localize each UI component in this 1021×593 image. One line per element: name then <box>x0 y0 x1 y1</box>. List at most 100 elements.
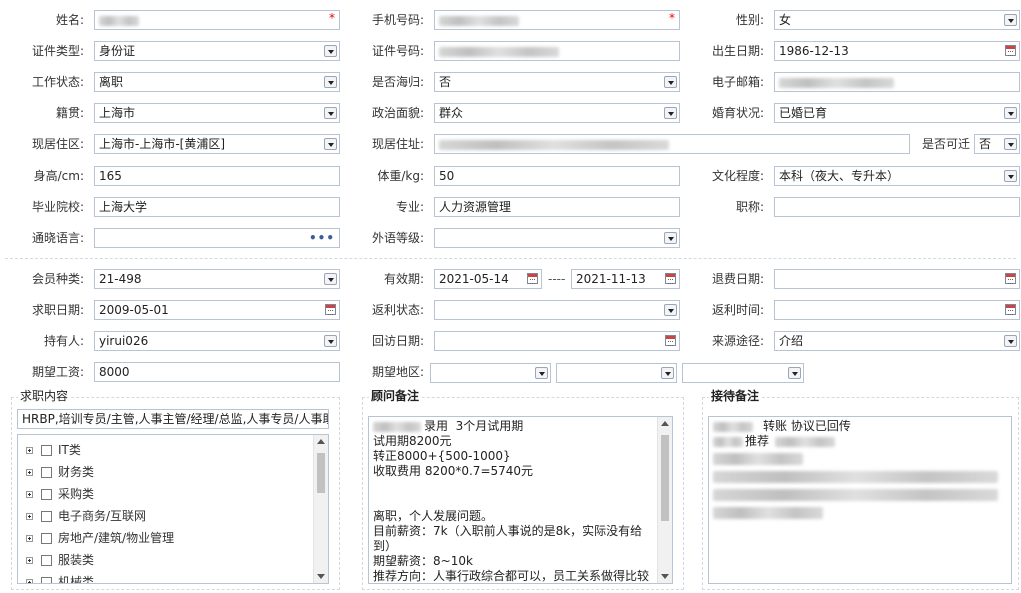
id-number-input[interactable] <box>434 41 680 61</box>
checkbox-icon[interactable] <box>41 533 52 544</box>
height-input[interactable]: 165 <box>94 166 340 186</box>
holder-select[interactable]: yirui026 <box>94 331 340 351</box>
marital-select[interactable]: 已婚已育 <box>774 103 1020 123</box>
scroll-up-icon[interactable] <box>661 421 669 426</box>
chevron-down-icon[interactable] <box>324 45 337 57</box>
major-input[interactable]: 人力资源管理 <box>434 197 680 217</box>
chevron-down-icon[interactable] <box>1004 107 1017 119</box>
job-summary-input[interactable]: HRBP,培训专员/主管,人事主管/经理/总监,人事专员/人事助 <box>17 409 329 429</box>
valid-to-input[interactable]: 2021-11-13 <box>571 269 680 289</box>
calendar-icon[interactable] <box>1005 45 1016 56</box>
calendar-icon[interactable] <box>665 335 676 346</box>
chevron-down-icon[interactable] <box>664 107 677 119</box>
tree-item-finance[interactable]: 财务类 <box>26 463 94 481</box>
tree-item-procurement[interactable]: 采购类 <box>26 485 94 503</box>
chevron-down-icon[interactable] <box>664 304 677 316</box>
tree-item-apparel[interactable]: 服装类 <box>26 551 94 569</box>
scroll-up-icon[interactable] <box>317 439 325 444</box>
checkbox-icon[interactable] <box>41 577 52 583</box>
visit-date-input[interactable] <box>434 331 680 351</box>
chevron-down-icon[interactable] <box>661 367 674 379</box>
overseas-select[interactable]: 否 <box>434 72 680 92</box>
region-district-select[interactable] <box>682 363 804 383</box>
consultant-notes-textarea[interactable]: 录用 3个月试用期 试用期8200元 转正8000+{500-1000} 收取费… <box>368 416 673 584</box>
salary-input[interactable]: 8000 <box>94 362 340 382</box>
gender-select[interactable]: 女 <box>774 10 1020 30</box>
tree-item-ecommerce[interactable]: 电子商务/互联网 <box>26 507 146 525</box>
notes-scrollbar[interactable] <box>657 417 672 583</box>
tree-item-realestate[interactable]: 房地产/建筑/物业管理 <box>26 529 174 547</box>
calendar-icon[interactable] <box>1005 304 1016 315</box>
weight-input[interactable]: 50 <box>434 166 680 186</box>
plus-icon[interactable] <box>26 557 33 564</box>
language-input[interactable]: ••• <box>94 228 340 248</box>
rebate-status-select[interactable] <box>434 300 680 320</box>
relocate-select[interactable]: 否 <box>974 134 1020 154</box>
calendar-icon[interactable] <box>325 304 336 315</box>
residence-addr-label: 现居住址: <box>371 137 424 151</box>
chevron-down-icon[interactable] <box>324 138 337 150</box>
job-category-tree[interactable]: IT类 财务类 采购类 电子商务/互联网 房地产/建筑/物业管理 服装类 机械类 <box>17 434 329 584</box>
chevron-down-icon[interactable] <box>1004 335 1017 347</box>
plus-icon[interactable] <box>26 447 33 454</box>
calendar-icon[interactable] <box>1005 273 1016 284</box>
member-type-select[interactable]: 21-498 <box>94 269 340 289</box>
language-level-select[interactable] <box>434 228 680 248</box>
plus-icon[interactable] <box>26 535 33 542</box>
scroll-thumb[interactable] <box>317 453 325 493</box>
residence-area-select[interactable]: 上海市-上海市-[黄浦区] <box>94 134 340 154</box>
consultant-notes-title: 顾问备注 <box>369 389 422 403</box>
reception-notes-textarea[interactable]: 转账 协议已回传 推荐 <box>708 416 1012 584</box>
plus-icon[interactable] <box>26 513 33 520</box>
calendar-icon[interactable] <box>527 273 538 284</box>
region-province-select[interactable] <box>430 363 551 383</box>
plus-icon[interactable] <box>26 491 33 498</box>
rebate-time-input[interactable] <box>774 300 1020 320</box>
native-select[interactable]: 上海市 <box>94 103 340 123</box>
chevron-down-icon[interactable] <box>1004 170 1017 182</box>
birth-date-input[interactable]: 1986-12-13 <box>774 41 1020 61</box>
plus-icon[interactable] <box>26 579 33 583</box>
name-input[interactable]: * <box>94 10 340 30</box>
chevron-down-icon[interactable] <box>324 76 337 88</box>
work-status-select[interactable]: 离职 <box>94 72 340 92</box>
checkbox-icon[interactable] <box>41 445 52 456</box>
chevron-down-icon[interactable] <box>324 107 337 119</box>
checkbox-icon[interactable] <box>41 555 52 566</box>
plus-icon[interactable] <box>26 469 33 476</box>
tree-item-machinery[interactable]: 机械类 <box>26 573 94 583</box>
chevron-down-icon[interactable] <box>788 367 801 379</box>
refund-date-input[interactable] <box>774 269 1020 289</box>
note-text: 录用 3个月试用期 <box>424 419 524 433</box>
job-date-input[interactable]: 2009-05-01 <box>94 300 340 320</box>
email-input[interactable] <box>774 72 1020 92</box>
checkbox-icon[interactable] <box>41 511 52 522</box>
phone-input[interactable]: * <box>434 10 680 30</box>
scroll-down-icon[interactable] <box>317 574 325 579</box>
chevron-down-icon[interactable] <box>664 76 677 88</box>
scroll-down-icon[interactable] <box>661 574 669 579</box>
more-icon[interactable]: ••• <box>309 231 335 245</box>
chevron-down-icon[interactable] <box>1004 14 1017 26</box>
chevron-down-icon[interactable] <box>324 335 337 347</box>
chevron-down-icon[interactable] <box>324 273 337 285</box>
tree-item-it[interactable]: IT类 <box>26 441 81 459</box>
chevron-down-icon[interactable] <box>664 232 677 244</box>
checkbox-icon[interactable] <box>41 467 52 478</box>
education-select[interactable]: 本科（夜大、专升本） <box>774 166 1020 186</box>
id-type-select[interactable]: 身份证 <box>94 41 340 61</box>
chevron-down-icon[interactable] <box>1004 138 1017 150</box>
title-input[interactable] <box>774 197 1020 217</box>
residence-address-input[interactable] <box>434 134 910 154</box>
source-select[interactable]: 介绍 <box>774 331 1020 351</box>
school-input[interactable]: 上海大学 <box>94 197 340 217</box>
region-city-select[interactable] <box>556 363 677 383</box>
region-label: 期望地区: <box>371 365 424 379</box>
checkbox-icon[interactable] <box>41 489 52 500</box>
valid-from-input[interactable]: 2021-05-14 <box>434 269 542 289</box>
political-select[interactable]: 群众 <box>434 103 680 123</box>
calendar-icon[interactable] <box>665 273 676 284</box>
chevron-down-icon[interactable] <box>535 367 548 379</box>
scroll-thumb[interactable] <box>661 435 669 521</box>
tree-scrollbar[interactable] <box>313 435 328 583</box>
